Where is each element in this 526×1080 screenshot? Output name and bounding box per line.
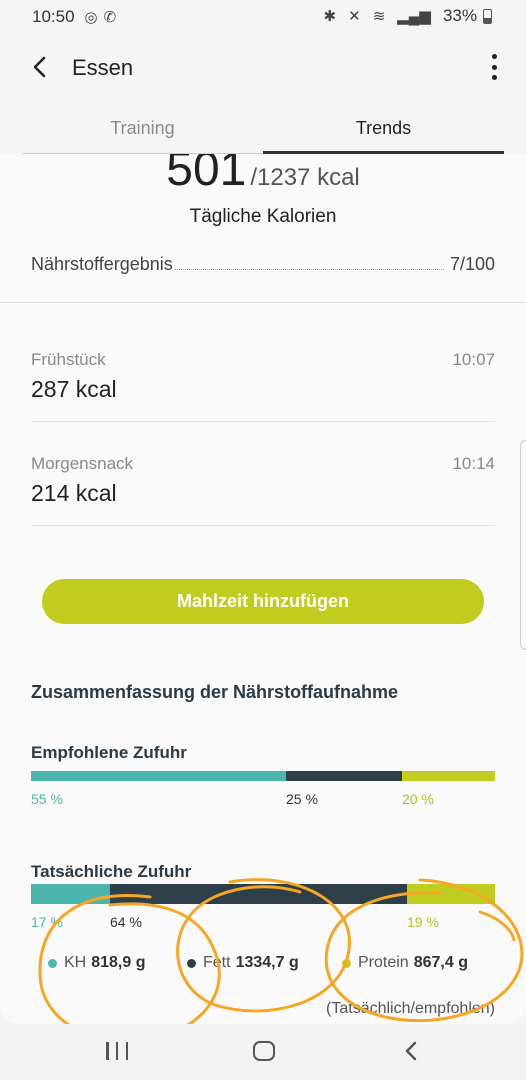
nutrient-score-value: 7/100	[449, 254, 495, 274]
dotted-leader	[174, 269, 444, 270]
legend-item-carbs: KH 818,9 g	[48, 954, 146, 972]
app-bar: Essen	[0, 40, 526, 96]
whatsapp-icon: ◎	[84, 9, 98, 26]
daily-calories-label: Tägliche Kalorien	[189, 206, 337, 227]
actual-fat-pct: 64 %	[110, 914, 142, 930]
back-arrow-icon[interactable]	[26, 52, 54, 82]
legend-item-protein: Protein 867,4 g	[342, 954, 468, 972]
meal-name: Frühstück	[31, 350, 106, 369]
meal-kcal: 214 kcal	[31, 480, 117, 506]
recommended-carbs-pct: 55 %	[31, 791, 63, 807]
nutrient-summary-title: Zusammenfassung der Nährstoffaufnahme	[31, 682, 399, 702]
meal-kcal: 287 kcal	[31, 376, 117, 402]
meal-name: Morgensnack	[31, 454, 134, 473]
actual-protein-pct: 19 %	[407, 914, 439, 930]
nav-back-icon[interactable]	[401, 1039, 421, 1063]
nutrient-score-label: Nährstoffergebnis	[31, 254, 173, 274]
actual-intake-label: Tatsächliche Zufuhr	[31, 862, 192, 881]
actual-protein-segment	[406, 884, 495, 904]
recommended-protein-segment	[402, 771, 495, 781]
carbs-dot-icon	[48, 958, 57, 968]
signal-icon: ▂▄▆	[397, 8, 431, 25]
ratio-note: (Tatsächlich/empfohlen)	[326, 1000, 495, 1017]
actual-intake-bar	[31, 884, 495, 904]
legend-value: 1334,7 g	[235, 954, 299, 971]
calories-consumed: 501	[166, 154, 247, 196]
legend-label: KH	[64, 954, 87, 971]
tab-trends[interactable]: Trends	[263, 112, 504, 154]
actual-carbs-segment	[31, 884, 110, 904]
bluetooth-icon: ✱	[323, 8, 337, 25]
nutrient-legend: KH 818,9 g Fett 1334,7 g Protein 867,4 g	[48, 954, 508, 976]
recommended-intake-label: Empfohlene Zufuhr	[31, 743, 187, 762]
fat-dot-icon	[187, 958, 196, 968]
legend-label: Protein	[358, 954, 409, 971]
status-time: 10:50	[32, 7, 75, 26]
actual-carbs-pct: 17 %	[31, 914, 63, 930]
meal-item-morning-snack[interactable]: Morgensnack 10:14 214 kcal	[31, 430, 495, 526]
legend-value: 818,9 g	[91, 954, 146, 971]
status-bar: 10:50 ◎ ✆ ✱ ✕ ≋ ▂▄▆ 33%	[0, 0, 526, 34]
meal-item-breakfast[interactable]: Frühstück 10:07 287 kcal	[31, 326, 495, 422]
recommended-fat-segment	[286, 771, 403, 781]
calories-goal: /1237 kcal	[250, 164, 360, 191]
edge-panel-handle[interactable]	[520, 440, 526, 650]
add-meal-button[interactable]: Mahlzeit hinzufügen	[42, 579, 484, 624]
protein-dot-icon	[342, 958, 351, 968]
recommended-fat-pct: 25 %	[286, 791, 318, 807]
tab-bar: Training Trends	[22, 112, 504, 154]
battery-percent: 33%	[442, 6, 477, 25]
tab-training[interactable]: Training	[22, 112, 263, 154]
legend-label: Fett	[203, 954, 231, 971]
recent-apps-icon[interactable]	[106, 1042, 128, 1060]
actual-fat-segment	[109, 884, 407, 904]
recommended-carbs-segment	[31, 771, 287, 781]
recommended-protein-pct: 20 %	[402, 791, 434, 807]
legend-value: 867,4 g	[413, 954, 468, 971]
system-nav-bar	[0, 1024, 526, 1080]
divider	[0, 302, 526, 303]
nutrient-score-row[interactable]: Nährstoffergebnis 7/100	[31, 254, 495, 275]
home-icon[interactable]	[253, 1041, 275, 1061]
calorie-summary: 501/1237 kcal	[0, 154, 526, 197]
recommended-intake-bar	[31, 771, 495, 781]
food-card: 501/1237 kcal Tägliche Kalorien Nährstof…	[0, 154, 526, 1024]
meal-time: 10:07	[452, 350, 495, 369]
mute-icon: ✕	[348, 8, 361, 25]
wifi-icon: ≋	[372, 8, 386, 25]
more-options-icon[interactable]	[490, 54, 498, 80]
legend-item-fat: Fett 1334,7 g	[187, 954, 299, 972]
page-title: Essen	[72, 55, 134, 80]
meal-time: 10:14	[452, 454, 495, 473]
missed-call-icon: ✆	[103, 9, 117, 26]
battery-icon	[483, 8, 492, 24]
